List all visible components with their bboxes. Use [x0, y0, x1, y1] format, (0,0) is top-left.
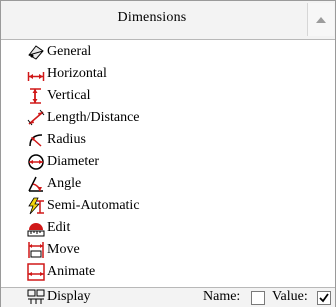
tool-item-label: Angle	[47, 176, 82, 191]
dimension-tool-list: General Horizontal Vertical Length/Dista…	[1, 39, 335, 285]
edit-dimension-icon	[27, 223, 45, 237]
tool-item-length-distance[interactable]: Length/Distance	[27, 107, 140, 129]
tool-item-angle[interactable]: Angle	[27, 173, 81, 195]
tool-item-vertical[interactable]: Vertical	[27, 85, 91, 107]
tool-item-label: Edit	[47, 220, 71, 235]
diameter-icon	[28, 154, 44, 170]
radius-icon	[29, 134, 43, 147]
value-checkbox[interactable]	[317, 291, 331, 305]
tool-item-label: Animate	[47, 264, 96, 279]
tool-item-label: Vertical	[47, 88, 91, 103]
panel-title: Dimensions	[117, 10, 187, 25]
dimensions-panel: Dimensions General Horizontal Vertical L…	[0, 0, 336, 307]
move-dimension-icon	[28, 242, 44, 258]
angle-icon	[28, 176, 43, 192]
display-dimensions-icon	[27, 289, 45, 304]
display-toggle[interactable]: Display	[27, 289, 91, 305]
tool-item-label: Diameter	[47, 154, 100, 169]
tool-item-animate[interactable]: Animate	[27, 261, 95, 283]
display-label: Display	[47, 289, 91, 304]
general-dimension-icon	[28, 45, 44, 60]
panel-header: Dimensions	[1, 1, 335, 40]
tool-item-general[interactable]: General	[27, 41, 91, 63]
animate-dimension-icon	[27, 263, 45, 281]
tool-item-edit[interactable]: Edit	[27, 217, 70, 239]
tool-item-label: Move	[47, 242, 80, 257]
display-options-bar: Display Name: Value:	[1, 287, 335, 307]
tool-item-move[interactable]: Move	[27, 239, 80, 261]
vertical-dimension-icon	[30, 88, 41, 104]
scroll-up-button[interactable]	[307, 3, 334, 36]
tool-item-label: Length/Distance	[47, 110, 140, 125]
up-arrow-icon	[316, 16, 326, 23]
tool-item-label: Semi-Automatic	[47, 198, 140, 213]
name-label: Name:	[203, 289, 241, 304]
tool-item-horizontal[interactable]: Horizontal	[27, 63, 107, 85]
length-distance-icon	[27, 109, 45, 126]
name-checkbox[interactable]	[251, 291, 265, 305]
tool-item-label: Horizontal	[47, 66, 107, 81]
tool-item-diameter[interactable]: Diameter	[27, 151, 99, 173]
semi-automatic-icon	[28, 197, 44, 215]
horizontal-dimension-icon	[27, 72, 45, 81]
tool-item-radius[interactable]: Radius	[27, 129, 86, 151]
tool-item-label: General	[47, 44, 92, 59]
value-label: Value:	[272, 289, 308, 304]
tool-item-label: Radius	[47, 132, 86, 147]
checkmark-icon	[319, 293, 329, 303]
tool-item-semi-automatic[interactable]: Semi-Automatic	[27, 195, 140, 217]
